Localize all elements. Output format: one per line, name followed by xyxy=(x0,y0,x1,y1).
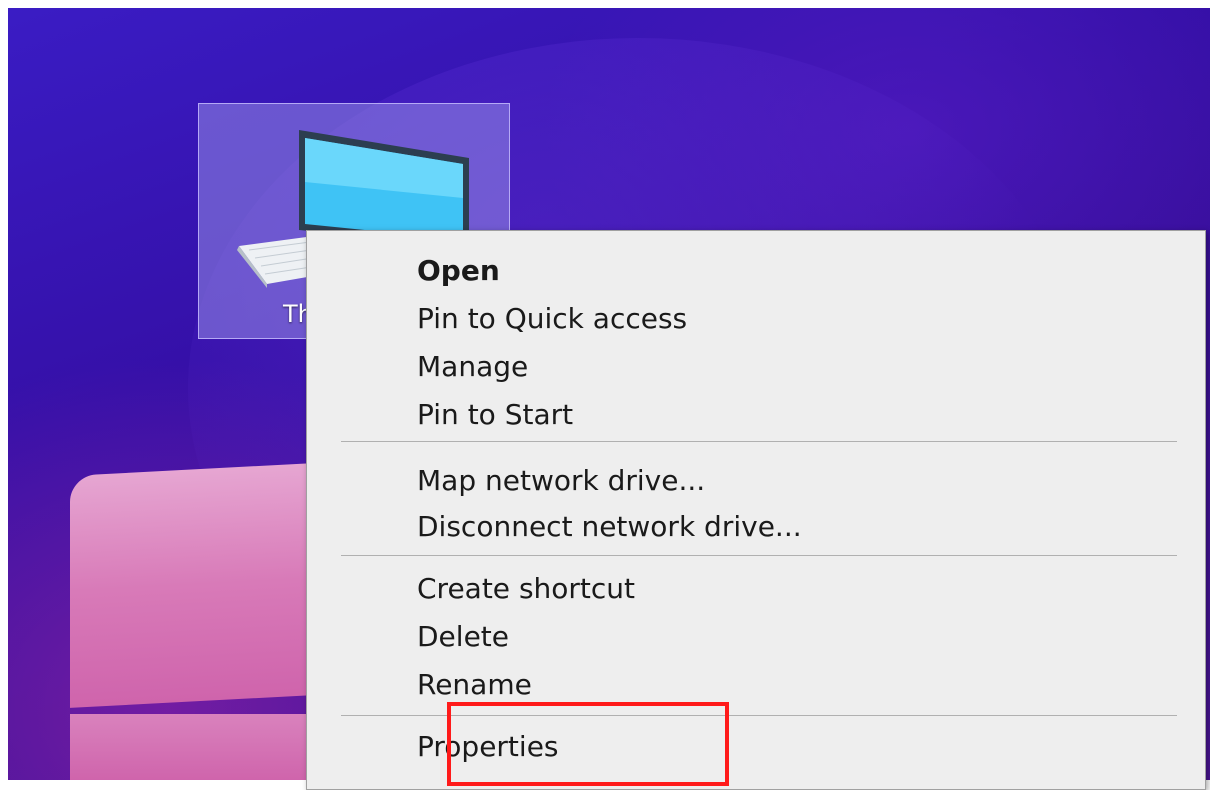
menu-item-pin-to-quick-access[interactable]: Pin to Quick access xyxy=(417,301,687,337)
menu-item-pin-to-start[interactable]: Pin to Start xyxy=(417,397,573,433)
menu-separator xyxy=(341,555,1177,556)
menu-item-delete[interactable]: Delete xyxy=(417,619,509,655)
menu-item-manage[interactable]: Manage xyxy=(417,349,528,385)
context-menu: Open Pin to Quick access Manage Pin to S… xyxy=(306,230,1206,790)
menu-item-open[interactable]: Open xyxy=(417,253,500,289)
menu-item-create-shortcut[interactable]: Create shortcut xyxy=(417,571,635,607)
menu-separator xyxy=(341,441,1177,442)
menu-item-map-network-drive[interactable]: Map network drive... xyxy=(417,463,705,499)
menu-item-properties[interactable]: Properties xyxy=(417,729,559,765)
menu-separator xyxy=(341,715,1177,716)
menu-item-disconnect-network-drive[interactable]: Disconnect network drive... xyxy=(417,509,802,545)
menu-item-rename[interactable]: Rename xyxy=(417,667,532,703)
